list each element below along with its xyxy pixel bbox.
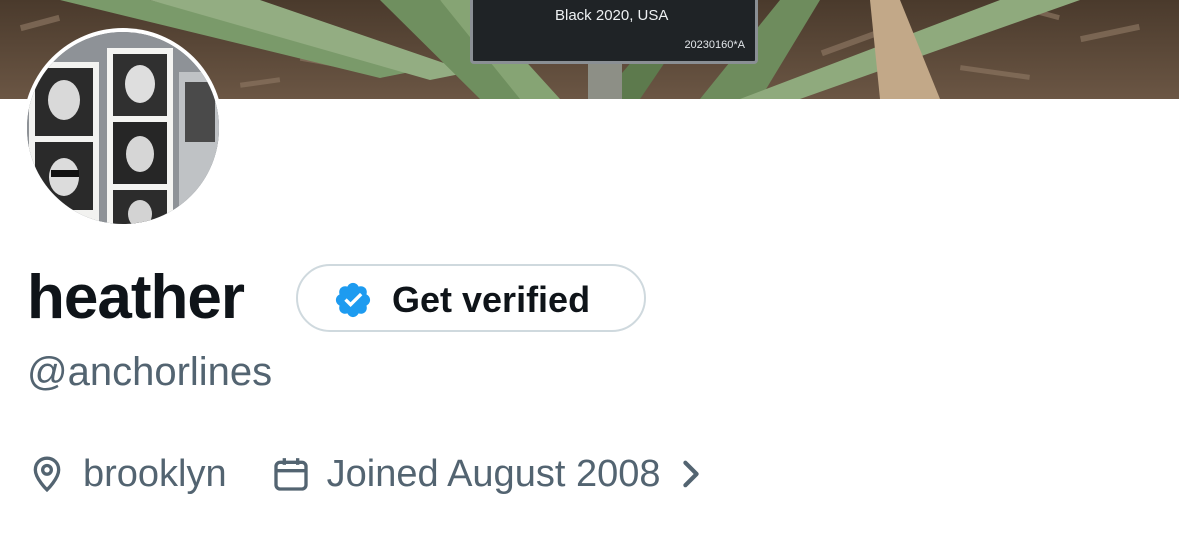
get-verified-button[interactable]: Get verified: [296, 264, 646, 332]
location-item: brooklyn: [27, 453, 227, 496]
display-name: heather: [27, 263, 245, 332]
verified-badge-icon: [335, 282, 371, 318]
joined-date-text: Joined August 2008: [326, 452, 661, 495]
location-pin-icon: [33, 456, 61, 493]
location-text: brooklyn: [83, 452, 227, 495]
user-handle: @anchorlines: [27, 350, 273, 394]
avatar-photo: [27, 32, 219, 224]
profile-meta: brooklyn Joined August 2008: [27, 448, 704, 500]
calendar-icon: [273, 458, 308, 491]
avatar[interactable]: [23, 28, 223, 228]
photobooth-strip-image: [27, 32, 219, 224]
chevron-right-icon: [683, 460, 700, 488]
plaque-code: 20230160*A: [684, 39, 745, 51]
joined-date-item[interactable]: Joined August 2008: [271, 453, 705, 496]
plaque-text: Black 2020, USA: [555, 7, 669, 24]
get-verified-label: Get verified: [392, 279, 591, 320]
plant-label-plaque: Black 2020, USA 20230160*A: [470, 0, 758, 64]
profile-header: Black 2020, USA 20230160*A heather Get v…: [0, 0, 1179, 537]
